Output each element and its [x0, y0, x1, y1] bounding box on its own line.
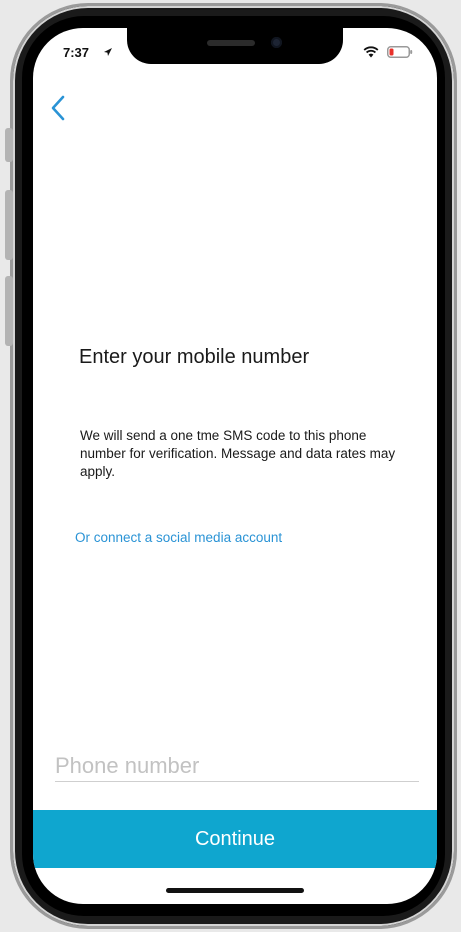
status-time: 7:37 [63, 45, 90, 60]
location-arrow-icon [104, 48, 112, 56]
verification-description: We will send a one tme SMS code to this … [80, 428, 396, 479]
back-button[interactable] [43, 92, 73, 124]
notch-speaker [207, 40, 255, 46]
mute-switch [5, 128, 13, 162]
battery-low-icon [387, 46, 413, 58]
volume-up-button [5, 190, 13, 260]
connect-social-link[interactable]: Or connect a social media account [75, 530, 282, 545]
chevron-left-icon [51, 95, 65, 121]
front-camera [271, 37, 282, 48]
phone-number-input[interactable] [55, 752, 419, 782]
notch [127, 28, 343, 64]
page-title: Enter your mobile number [79, 346, 310, 368]
stage: 7:37 Enter your mobile number We will se… [0, 0, 461, 932]
continue-button[interactable]: Continue [33, 810, 437, 868]
phone-screen: 7:37 Enter your mobile number We will se… [33, 28, 437, 904]
home-indicator[interactable] [166, 888, 304, 893]
wifi-icon [363, 46, 379, 58]
volume-down-button [5, 276, 13, 346]
